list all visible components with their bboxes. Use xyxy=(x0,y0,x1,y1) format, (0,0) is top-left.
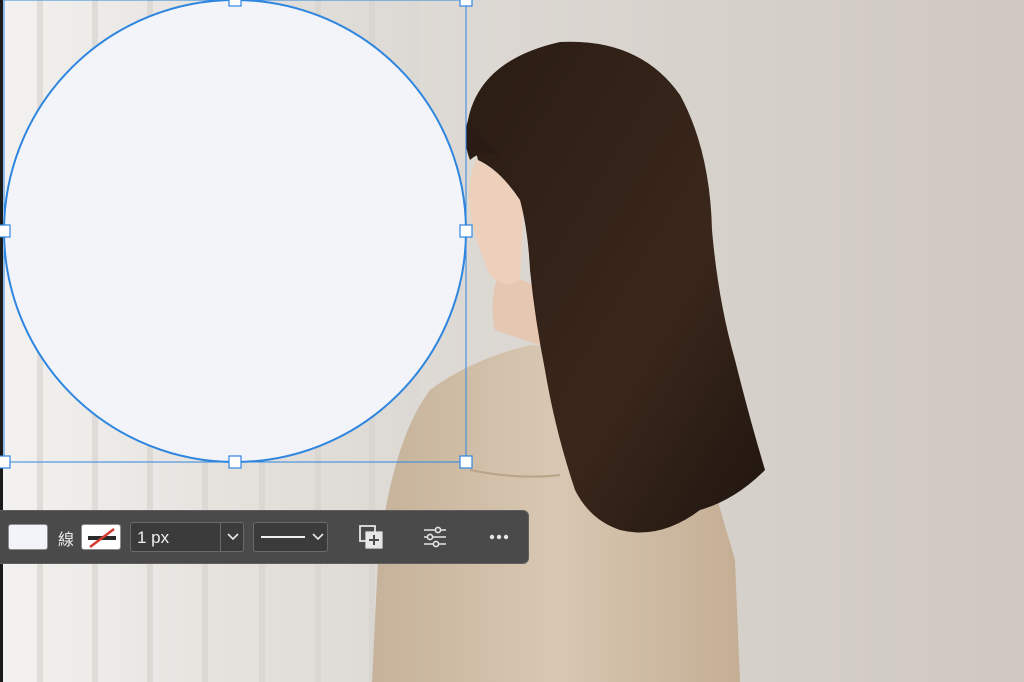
stroke-style-dropdown[interactable] xyxy=(253,522,328,552)
path-operations-button[interactable] xyxy=(355,522,387,552)
add-shape-icon xyxy=(359,525,383,549)
stroke-width-value[interactable]: 1 px xyxy=(137,528,169,548)
chevron-down-icon xyxy=(312,533,324,541)
resize-handle-right[interactable] xyxy=(459,224,473,238)
more-options-button[interactable] xyxy=(483,522,515,552)
stroke-label: 線 xyxy=(58,530,75,549)
sliders-icon xyxy=(424,526,446,548)
resize-handle-bottom-left[interactable] xyxy=(0,455,11,469)
no-stroke-icon xyxy=(88,528,116,548)
resize-handle-bottom-right[interactable] xyxy=(459,455,473,469)
stroke-width-field[interactable]: 1 px xyxy=(130,522,244,552)
more-icon xyxy=(489,534,509,540)
resize-handle-top[interactable] xyxy=(228,0,242,7)
resize-handle-left[interactable] xyxy=(0,224,11,238)
fill-color-swatch[interactable] xyxy=(8,524,48,550)
adjust-properties-button[interactable] xyxy=(419,522,451,552)
canvas[interactable]: 線 1 px xyxy=(0,0,1024,682)
solid-line-icon xyxy=(261,536,305,538)
stroke-color-swatch[interactable] xyxy=(81,524,121,550)
resize-handle-bottom[interactable] xyxy=(228,455,242,469)
chevron-down-icon[interactable] xyxy=(226,532,240,542)
circle-shape[interactable] xyxy=(3,0,467,463)
resize-handle-top-right[interactable] xyxy=(459,0,473,7)
contextual-task-bar: 線 1 px xyxy=(0,510,529,564)
selected-shape[interactable] xyxy=(0,0,1024,682)
field-divider xyxy=(220,523,221,551)
